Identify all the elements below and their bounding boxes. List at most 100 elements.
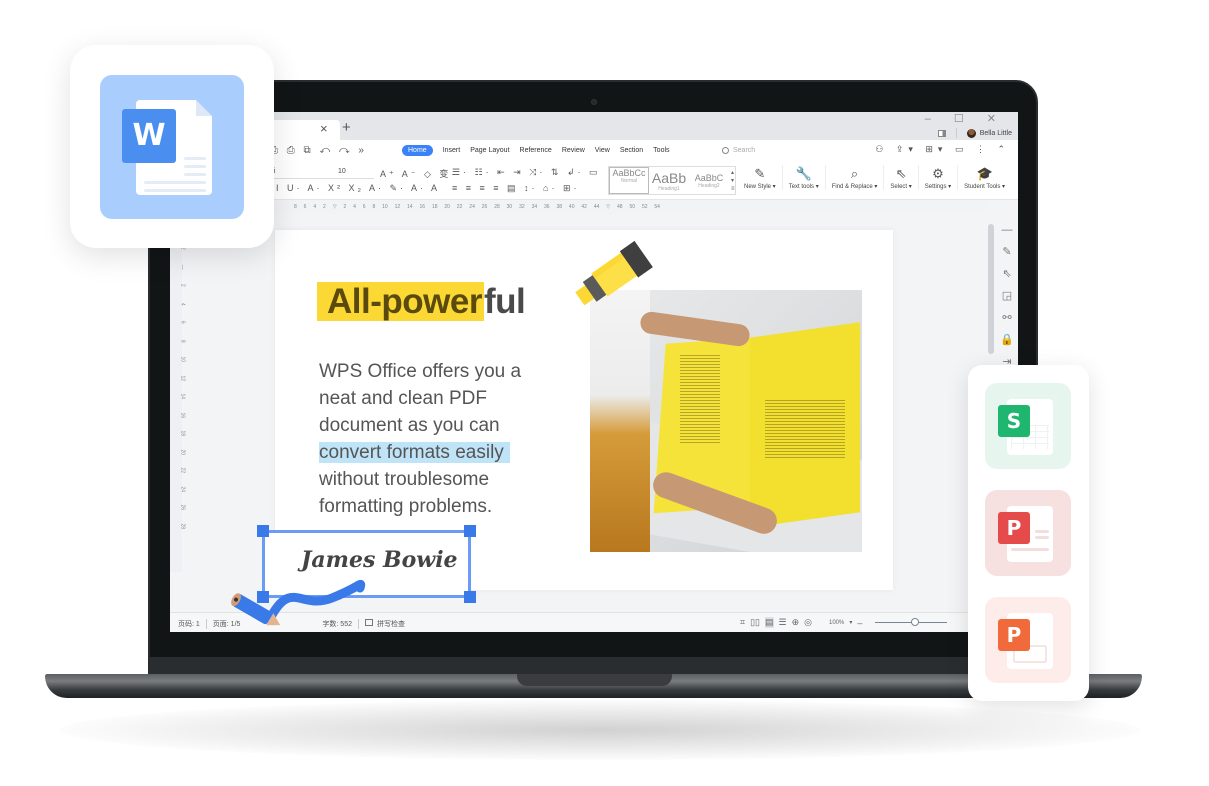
- ruler-tick: 18: [179, 430, 186, 437]
- search-box[interactable]: Search: [722, 147, 755, 154]
- graduation-cap-icon: 🎓: [976, 166, 993, 181]
- pdf-app-tile[interactable]: P: [985, 490, 1071, 576]
- laptop-chin: [150, 657, 1036, 675]
- quick-access-toolbar[interactable]: ⎙ ⎙ ⧉ ↶ ↷ »: [270, 145, 367, 156]
- tab-review[interactable]: Review: [562, 147, 585, 154]
- ruler-tick: 4: [313, 204, 317, 210]
- pen-icon[interactable]: ✎: [1002, 245, 1011, 258]
- doc-line: [144, 189, 206, 192]
- tab-tools[interactable]: Tools: [653, 147, 669, 154]
- style-gallery-scroll[interactable]: ▴ ▾ ≡: [729, 169, 735, 193]
- tab-insert[interactable]: Insert: [443, 147, 461, 154]
- adjust-icon[interactable]: ⚯: [1002, 311, 1011, 324]
- document-tab[interactable]: [270, 120, 340, 140]
- text-tools-button[interactable]: 🔧 Text tools ▾: [781, 165, 825, 190]
- paragraph-row-1[interactable]: ☰· ☷· ⇤ ⇥ ⤨· ⇅ ↲· ▭: [452, 167, 601, 178]
- vertical-scrollbar[interactable]: [988, 224, 994, 354]
- style-heading2[interactable]: AaBbC Heading2: [689, 173, 729, 189]
- outline-view-icon[interactable]: ☰: [779, 617, 787, 628]
- cursor-icon: ⇖: [895, 166, 907, 181]
- doc-line: [1035, 530, 1049, 533]
- office-suite-card: S P P: [968, 365, 1089, 701]
- zoom-slider[interactable]: [875, 618, 948, 626]
- user-area[interactable]: Bella Little: [937, 126, 1012, 140]
- tool-label: Text tools ▾: [788, 184, 819, 190]
- title-bar: × + – ☐ ✕ Bella Little: [170, 112, 1018, 140]
- two-page-view-icon[interactable]: ▯▯: [750, 617, 760, 628]
- settings-button[interactable]: ⚙ Settings ▾: [917, 165, 957, 190]
- presentation-app-tile[interactable]: P: [985, 597, 1071, 683]
- collapse-icon[interactable]: —: [1002, 224, 1013, 236]
- indent-marker[interactable]: ▽: [333, 204, 337, 210]
- zoom-slider-thumb[interactable]: [910, 618, 919, 626]
- style-name: Heading1: [658, 185, 680, 192]
- panel-toggle-icon[interactable]: [937, 129, 946, 137]
- web-view-icon[interactable]: ⊕: [792, 617, 800, 628]
- student-tools-button[interactable]: 🎓 Student Tools ▾: [957, 165, 1011, 190]
- tab-page-layout[interactable]: Page Layout: [470, 147, 509, 154]
- photo-text-block: [765, 400, 845, 460]
- doc-line: [144, 181, 206, 184]
- tab-view[interactable]: View: [595, 147, 610, 154]
- avatar[interactable]: [966, 128, 976, 138]
- style-preview: AaBb: [651, 169, 687, 186]
- resize-handle[interactable]: [464, 525, 476, 537]
- ruler-tick: 32: [519, 204, 525, 210]
- divider: [205, 619, 207, 629]
- cursor-icon[interactable]: ⇖: [1002, 267, 1011, 280]
- new-tab-icon[interactable]: +: [342, 119, 351, 136]
- ruler-tick: 20: [444, 204, 450, 210]
- page-number[interactable]: 页码: 1: [178, 619, 200, 629]
- window-controls[interactable]: – ☐ ✕: [925, 112, 1006, 125]
- laptop-shadow: [60, 700, 1140, 760]
- ruler-tick: 26: [481, 204, 488, 210]
- ruler-tick: —: [179, 264, 186, 270]
- zoom-dropdown-icon[interactable]: ▾: [849, 619, 852, 626]
- tab-reference[interactable]: Reference: [520, 147, 552, 154]
- ruler-tick: 2: [323, 204, 326, 210]
- ruler-tick: 40: [568, 204, 575, 210]
- page-view-icon[interactable]: ▤: [764, 617, 774, 628]
- new-style-button[interactable]: ✎ New Style ▾: [738, 165, 782, 190]
- eye-protection-icon[interactable]: ◎: [804, 617, 812, 628]
- font-format-row-2[interactable]: I U· A· X² X₂ A· ✎· A· A: [276, 183, 440, 194]
- writer-app-card[interactable]: W: [70, 45, 274, 248]
- shapes-icon[interactable]: ◲: [1002, 289, 1012, 302]
- ruler-tick: 10: [179, 356, 186, 363]
- ruler-tick: 18: [431, 204, 438, 210]
- zoom-level[interactable]: 100%: [829, 620, 844, 626]
- ruler-tick: 16: [179, 411, 186, 418]
- find-replace-button[interactable]: ⌕ Find & Replace ▾: [824, 165, 884, 190]
- resize-handle[interactable]: [464, 591, 476, 603]
- ruler-tick: 48: [617, 204, 623, 210]
- menu-right-icons[interactable]: ⚇ ⇪▾ ⊞▾ ▭ ⋮ ⌃: [875, 144, 1010, 155]
- ruler-tick: 54: [654, 204, 660, 210]
- indent-marker[interactable]: ▽: [606, 204, 610, 210]
- ruler-tick: 16: [419, 204, 426, 210]
- tab-home[interactable]: Home: [402, 145, 433, 156]
- ruler-tick: 6: [303, 204, 307, 210]
- ruler-tick: 4: [179, 302, 186, 306]
- tool-label: Settings ▾: [924, 184, 952, 190]
- tab-close-icon[interactable]: ×: [320, 121, 328, 136]
- style-normal[interactable]: AaBbCc Normal: [609, 167, 649, 194]
- font-format-row-1[interactable]: A⁺ A⁻ ◇ 变·: [380, 167, 457, 180]
- style-heading1[interactable]: AaBb Heading1: [649, 170, 689, 192]
- lock-icon[interactable]: 🔒: [1000, 333, 1014, 346]
- resize-handle[interactable]: [257, 525, 269, 537]
- writer-logo-icon: W: [122, 109, 176, 163]
- vertical-ruler[interactable]: 642—246810121416182022242628: [170, 202, 186, 572]
- ruler-tick: 22: [456, 204, 463, 210]
- font-size-select[interactable]: 10: [336, 168, 374, 179]
- wrench-icon: 🔧: [795, 166, 812, 181]
- headline-highlight: All-power: [317, 282, 484, 321]
- horizontal-ruler[interactable]: 8 6 4 2 ▽ 2 4 6 8 10 12 14 16 18 20 22 24 26 28 30 32 34 36 38 4…: [270, 200, 990, 214]
- ruler-tick: 8: [179, 339, 186, 343]
- fullscreen-view-icon[interactable]: ⌗: [740, 617, 745, 628]
- tab-section[interactable]: Section: [620, 147, 643, 154]
- user-name[interactable]: Bella Little: [980, 130, 1012, 137]
- zoom-out-icon[interactable]: –: [857, 618, 862, 628]
- spreadsheet-app-tile[interactable]: S: [985, 383, 1071, 469]
- select-button[interactable]: ⇖ Select ▾: [883, 165, 917, 190]
- paragraph-row-2[interactable]: ≡ ≡ ≡ ≡ ▤ ↕· ⌂· ⊞·: [452, 183, 579, 194]
